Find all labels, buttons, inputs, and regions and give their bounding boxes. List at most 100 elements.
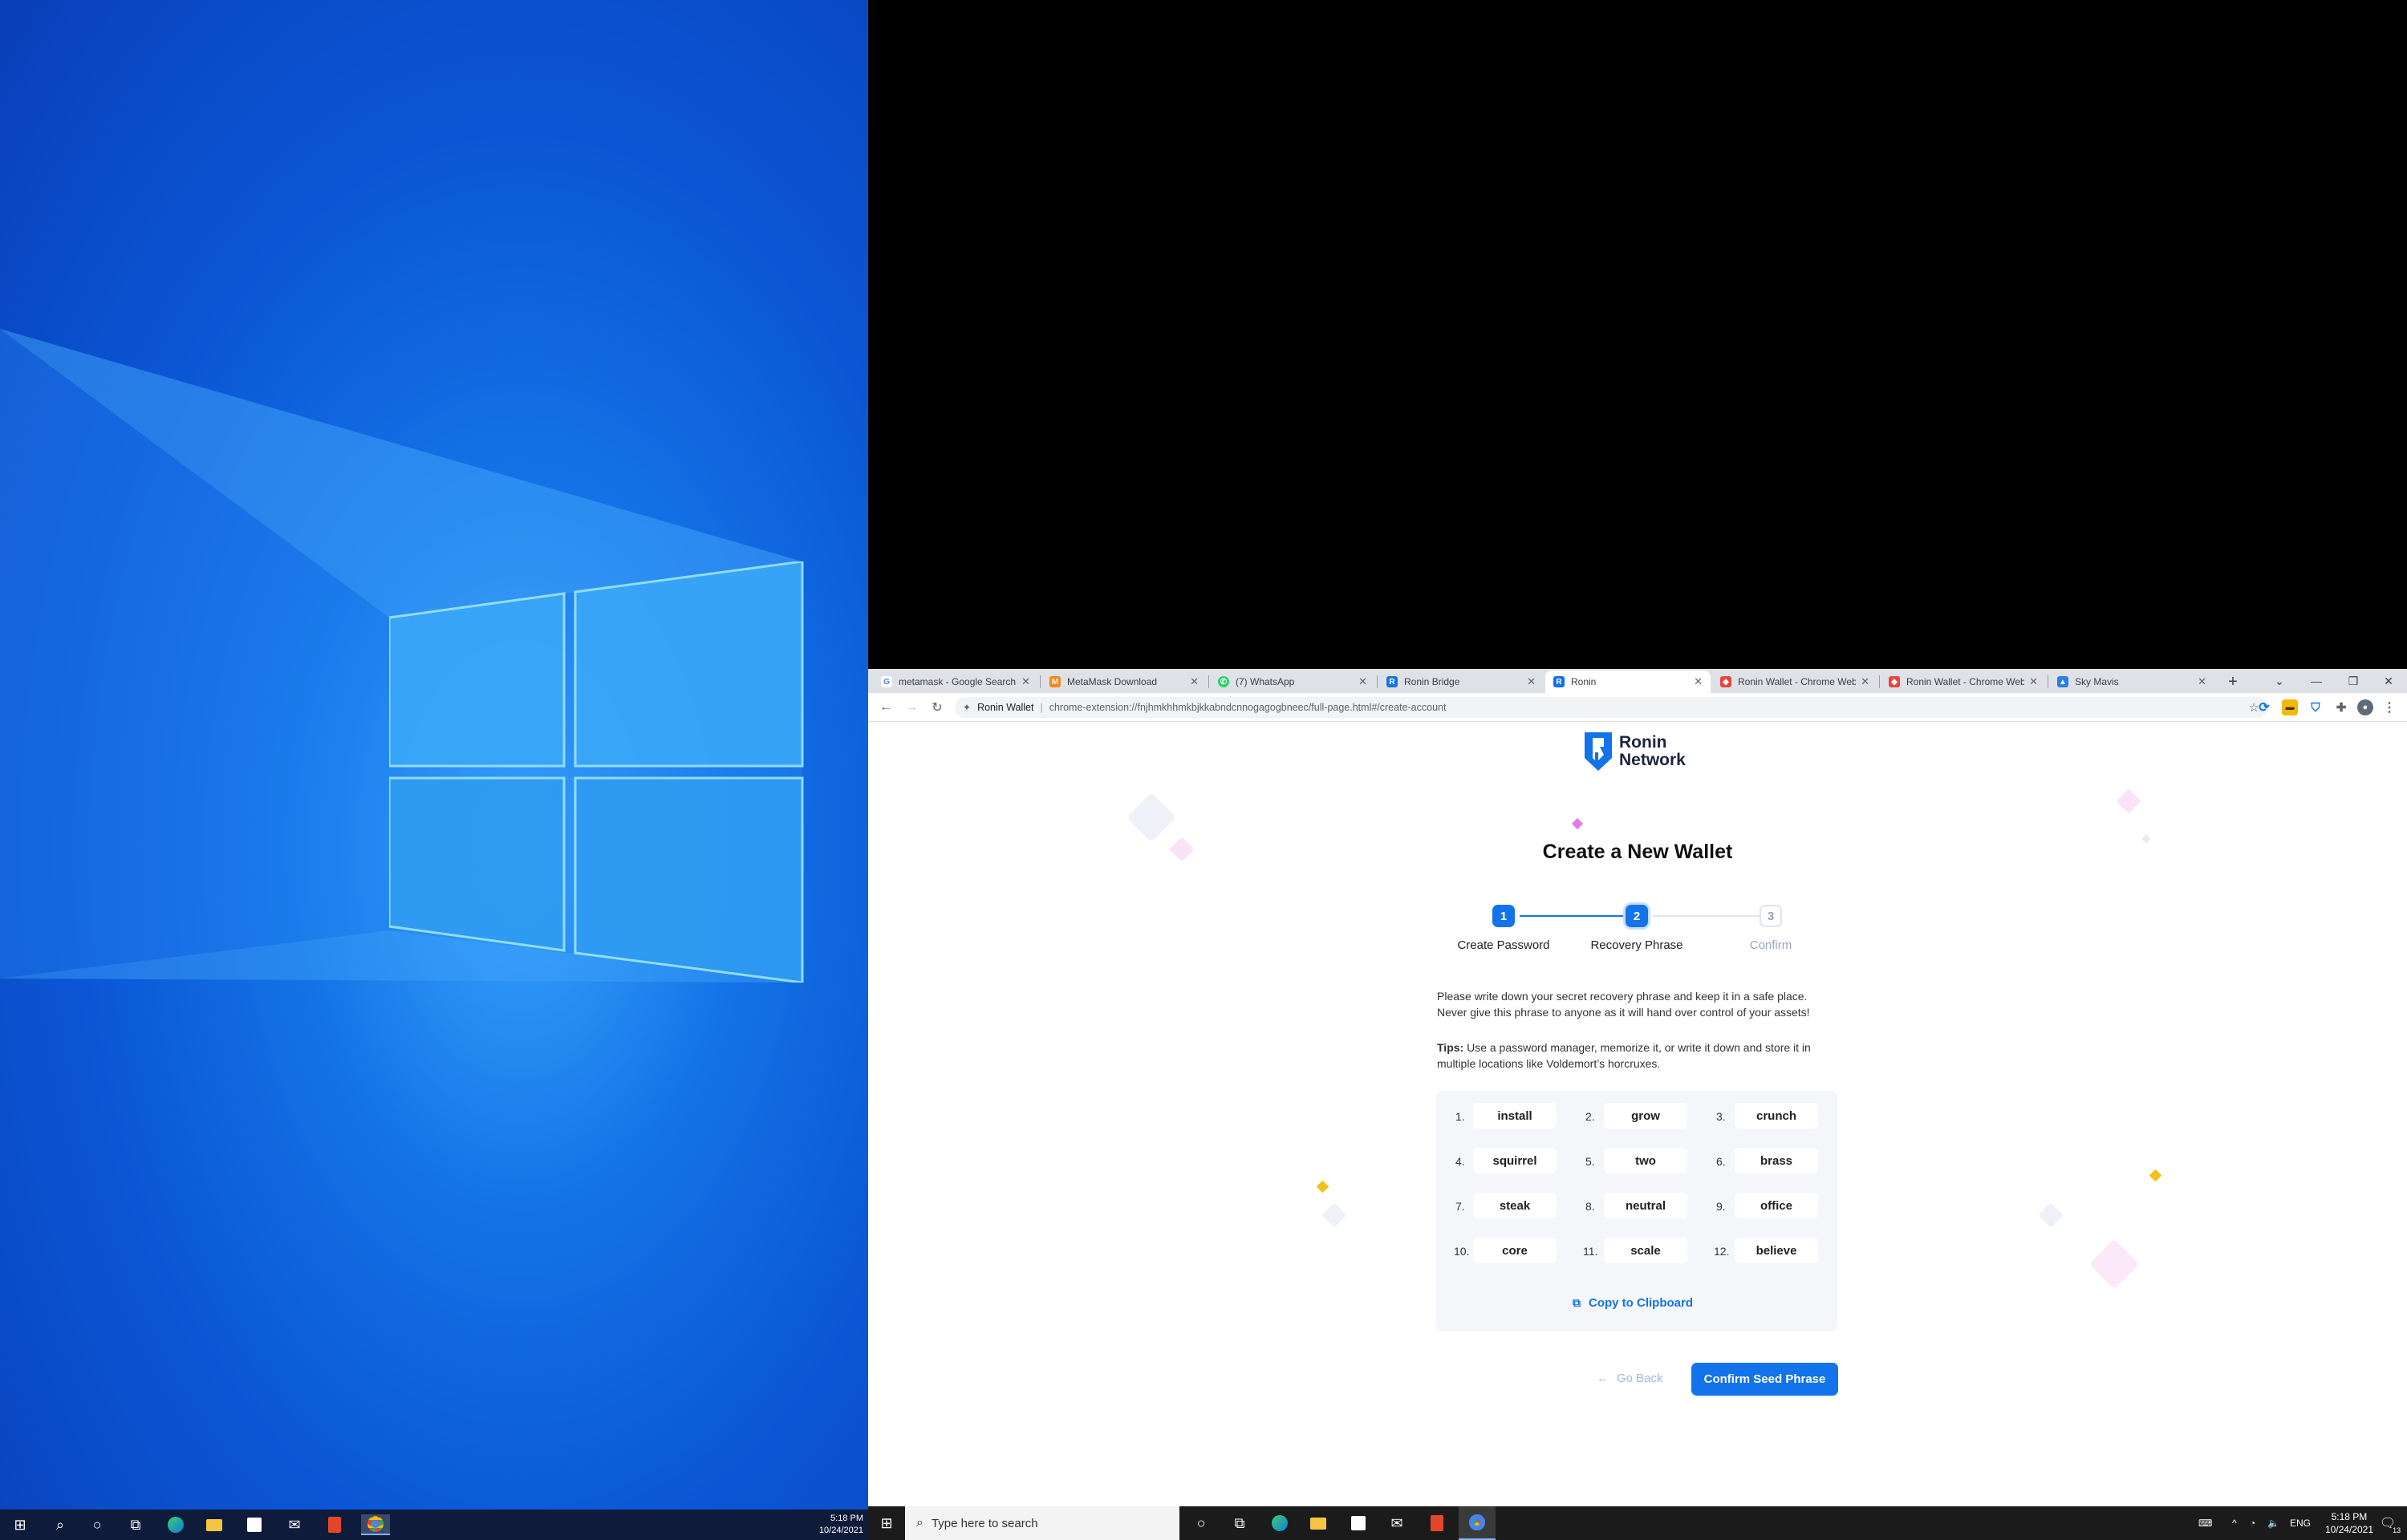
close-icon[interactable]: ✕ [1190, 675, 1199, 688]
word-number: 6. [1716, 1155, 1726, 1168]
back-icon[interactable]: ← [876, 698, 895, 717]
tab-ronin-wallet-store-2[interactable]: ◆ Ronin Wallet - Chrome Web ✕ [1881, 671, 2046, 693]
close-icon[interactable]: ✕ [1358, 675, 1367, 688]
tab-search-icon[interactable]: ⌄ [2261, 669, 2298, 693]
store-icon[interactable] [244, 1514, 265, 1535]
volume-icon[interactable]: 🔈 [2267, 1506, 2279, 1540]
recovery-word: core [1473, 1238, 1557, 1263]
file-explorer-icon[interactable] [1308, 1513, 1329, 1534]
close-icon[interactable]: ✕ [1527, 675, 1536, 688]
ronin-icon: R [1553, 676, 1565, 687]
close-icon[interactable]: ✕ [1021, 675, 1030, 688]
cortana-icon[interactable]: ○ [1191, 1513, 1212, 1534]
word-number: 4. [1455, 1155, 1465, 1168]
tab-ronin-wallet-store-1[interactable]: ◆ Ronin Wallet - Chrome Web ✕ [1712, 671, 1877, 693]
tab-title: Ronin [1571, 676, 1597, 687]
keyboard-icon[interactable]: ⌨ [2198, 1506, 2212, 1540]
word-number: 11. [1583, 1245, 1598, 1258]
chrome-icon[interactable] [361, 1514, 390, 1535]
go-back-button[interactable]: ← Go Back [1597, 1372, 1663, 1385]
decor-diamond [2088, 1238, 2140, 1290]
forward-icon[interactable]: → [902, 698, 921, 717]
right-clock[interactable]: 5:18 PM 10/24/2021 [2325, 1510, 2373, 1536]
page-title: Create a New Wallet [1542, 841, 1733, 863]
new-tab-button[interactable]: + [2221, 671, 2245, 693]
tab-title: (7) WhatsApp [1236, 676, 1295, 687]
extensions-puzzle-icon[interactable]: ✚ [2333, 699, 2349, 715]
mail-icon[interactable]: ✉ [284, 1514, 305, 1535]
tab-metamask-download[interactable]: M MetaMask Download ✕ [1041, 671, 1207, 693]
edge-icon[interactable] [165, 1514, 186, 1535]
confirm-seed-phrase-button[interactable]: Confirm Seed Phrase [1691, 1363, 1838, 1396]
recovery-phrase-grid: 1. install 2. grow 3. crunch 4. squirrel… [1436, 1091, 1837, 1331]
metamask-icon: M [1049, 676, 1061, 687]
copy-to-clipboard-button[interactable]: ⧉ Copy to Clipboard [1573, 1296, 1693, 1310]
search-icon: ⌕ [916, 1516, 923, 1530]
recovery-word: install [1473, 1103, 1557, 1129]
wallet-extension-icon[interactable]: ▬ [2282, 699, 2298, 715]
ronin-icon: R [1386, 676, 1398, 687]
tab-title: MetaMask Download [1067, 676, 1158, 687]
chrome-icon[interactable] [1459, 1506, 1496, 1540]
tab-ronin-active[interactable]: R Ronin ✕ [1545, 671, 1711, 693]
recovery-word: neutral [1604, 1193, 1687, 1218]
tab-title: Ronin Wallet - Chrome Web [1906, 676, 2025, 687]
start-icon[interactable]: ⊞ [876, 1513, 897, 1534]
left-clock[interactable]: 5:18 PM 10/24/2021 [819, 1513, 863, 1537]
word-number: 5. [1585, 1155, 1595, 1168]
url-text: chrome-extension://fnjhmkhhmkbjkkabndcnn… [1049, 702, 1447, 713]
store-icon[interactable] [1348, 1513, 1369, 1534]
notification-center-icon[interactable]: 🗨 13 [2375, 1506, 2401, 1540]
word-number: 9. [1716, 1200, 1726, 1213]
step-3-indicator: 3 [1760, 905, 1782, 927]
recovery-word: grow [1604, 1103, 1687, 1129]
tab-whatsapp[interactable]: ✆ (7) WhatsApp ✕ [1210, 671, 1375, 693]
instruction-line: Never give this phrase to anyone as it w… [1437, 1006, 1810, 1019]
arrow-left-icon: ← [1597, 1372, 1609, 1385]
chevron-up-icon[interactable]: ^ [2232, 1506, 2237, 1540]
tab-strip: G metamask - Google Search ✕ M MetaMask … [868, 669, 2407, 693]
tab-title: Ronin Bridge [1404, 676, 1460, 687]
task-view-icon[interactable]: ⧉ [1229, 1513, 1250, 1534]
mail-icon[interactable]: ✉ [1386, 1513, 1407, 1534]
task-view-icon[interactable]: ⧉ [125, 1514, 146, 1535]
file-explorer-icon[interactable] [204, 1514, 225, 1535]
instructions: Please write down your secret recovery p… [1437, 988, 1846, 1020]
address-bar[interactable]: ✦ Ronin Wallet | chrome-extension://fnjh… [955, 697, 2267, 718]
tab-google-search[interactable]: G metamask - Google Search ✕ [873, 671, 1038, 693]
profile-avatar[interactable]: ● [2357, 699, 2373, 715]
taskbar-search-box[interactable]: ⌕ Type here to search [905, 1506, 1179, 1540]
menu-kebab-icon[interactable]: ⋮ [2381, 699, 2397, 715]
recovery-word: scale [1604, 1238, 1687, 1263]
tab-title: metamask - Google Search [899, 676, 1017, 687]
start-icon[interactable]: ⊞ [10, 1514, 30, 1535]
close-window-icon[interactable]: ✕ [2370, 669, 2407, 693]
close-icon[interactable]: ✕ [1694, 675, 1703, 688]
close-icon[interactable]: ✕ [2029, 675, 2038, 688]
minimize-icon[interactable]: — [2298, 669, 2335, 693]
search-icon[interactable]: ⌕ [50, 1514, 71, 1535]
omnibox-divider: | [1040, 702, 1043, 713]
clock-time: 5:18 PM [2331, 1511, 2368, 1522]
restore-icon[interactable]: ❐ [2335, 669, 2372, 693]
language-indicator[interactable]: ENG [2290, 1506, 2311, 1540]
close-icon[interactable]: ✕ [1861, 675, 1869, 688]
tab-sky-mavis[interactable]: ▲ Sky Mavis ✕ [2049, 671, 2214, 693]
office-icon[interactable] [1427, 1513, 1447, 1534]
new-tab-icon: + [2228, 672, 2238, 691]
ronin-logo: Ronin Network [1582, 731, 1686, 772]
step-3-label: Confirm [1749, 938, 1792, 952]
tab-ronin-bridge[interactable]: R Ronin Bridge ✕ [1378, 671, 1544, 693]
sync-extension-icon[interactable]: ⟳ [2256, 699, 2272, 715]
left-desktop: ⊞ ⌕ ○ ⧉ ✉ 5:18 PM 10/24/2021 [0, 0, 868, 1540]
office-icon[interactable] [324, 1514, 345, 1535]
ronin-shield-icon [1585, 732, 1612, 771]
ronin-extension-icon[interactable]: ⛉ [2308, 699, 2324, 715]
network-icon[interactable]: ◔ [2250, 1506, 2255, 1540]
edge-icon[interactable] [1269, 1513, 1290, 1534]
reload-icon[interactable]: ↻ [927, 698, 947, 717]
close-icon[interactable]: ✕ [2198, 675, 2206, 688]
clock-date: 10/24/2021 [818, 1526, 863, 1535]
recovery-word: steak [1473, 1193, 1557, 1218]
cortana-icon[interactable]: ○ [87, 1514, 108, 1535]
